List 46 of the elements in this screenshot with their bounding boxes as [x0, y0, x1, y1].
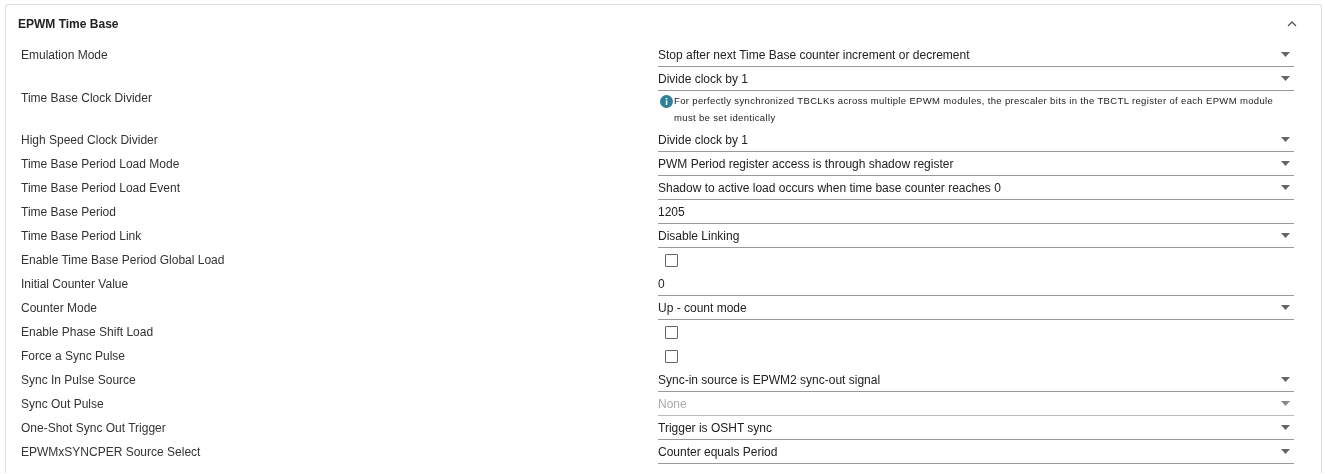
caret-icon [1281, 401, 1290, 406]
field-label: Time Base Period Load Mode [21, 157, 180, 171]
panel-title: EPWM Time Base [18, 17, 119, 31]
field-label: High Speed Clock Divider [21, 133, 158, 147]
field-label: EPWMxSYNCPER Source Select [21, 445, 201, 459]
field-label: Time Base Period Load Event [21, 181, 180, 195]
info-icon [660, 95, 673, 108]
input-field[interactable]: 1205 [658, 200, 1294, 224]
caret-icon [1281, 449, 1290, 454]
dropdown[interactable]: Divide clock by 1 [658, 128, 1294, 152]
caret-icon [1281, 185, 1290, 190]
dropdown[interactable]: Up - count mode [658, 296, 1294, 320]
checkbox[interactable] [665, 325, 678, 339]
dropdown[interactable]: Shadow to active load occurs when time base counter reaches 0 [658, 176, 1294, 200]
chevron-icon[interactable] [1287, 21, 1297, 27]
dropdown[interactable]: PWM Period register access is through shadow register [658, 152, 1294, 176]
caret-icon [1281, 76, 1290, 81]
caret-icon [1281, 161, 1290, 166]
field-label: Initial Counter Value [21, 277, 129, 291]
input-field[interactable]: 0 [658, 272, 1294, 296]
field-label: Enable Phase Shift Load [21, 325, 154, 339]
dropdown[interactable]: Disable Linking [658, 224, 1294, 248]
field-label: Counter Mode [21, 301, 98, 315]
field-label: Time Base Period Link [21, 229, 142, 243]
dropdown[interactable]: Divide clock by 1 [658, 67, 1294, 91]
field-label: Force a Sync Pulse [21, 349, 126, 363]
dropdown[interactable]: Trigger is OSHT sync [658, 416, 1294, 440]
caret-icon [1281, 233, 1290, 238]
checkbox[interactable] [665, 349, 678, 363]
caret-icon [1281, 52, 1290, 57]
dropdown[interactable]: Stop after next Time Base counter increment or decrement [658, 43, 1294, 67]
caret-icon [1281, 425, 1290, 430]
field-label: Sync In Pulse Source [21, 373, 136, 387]
checkbox[interactable] [665, 253, 678, 267]
dropdown[interactable]: Sync-in source is EPWM2 sync-out signal [658, 368, 1294, 392]
field-label: Sync Out Pulse [21, 397, 104, 411]
dropdown[interactable]: Counter equals Period [658, 440, 1294, 464]
info-note: For perfectly synchronized TBCLKs across multiple EPWM modules, the prescaler bits in the TBCTL register of each EPWM module must be set identically [674, 94, 1275, 125]
field-label: One-Shot Sync Out Trigger [21, 421, 166, 435]
caret-icon [1281, 377, 1290, 382]
field-label: Time Base Clock Divider [21, 90, 152, 105]
field-label: Time Base Period [21, 205, 116, 219]
field-label: Emulation Mode [21, 48, 108, 62]
field-label: Enable Time Base Period Global Load [21, 253, 225, 267]
caret-icon [1281, 137, 1290, 142]
caret-icon [1281, 305, 1290, 310]
